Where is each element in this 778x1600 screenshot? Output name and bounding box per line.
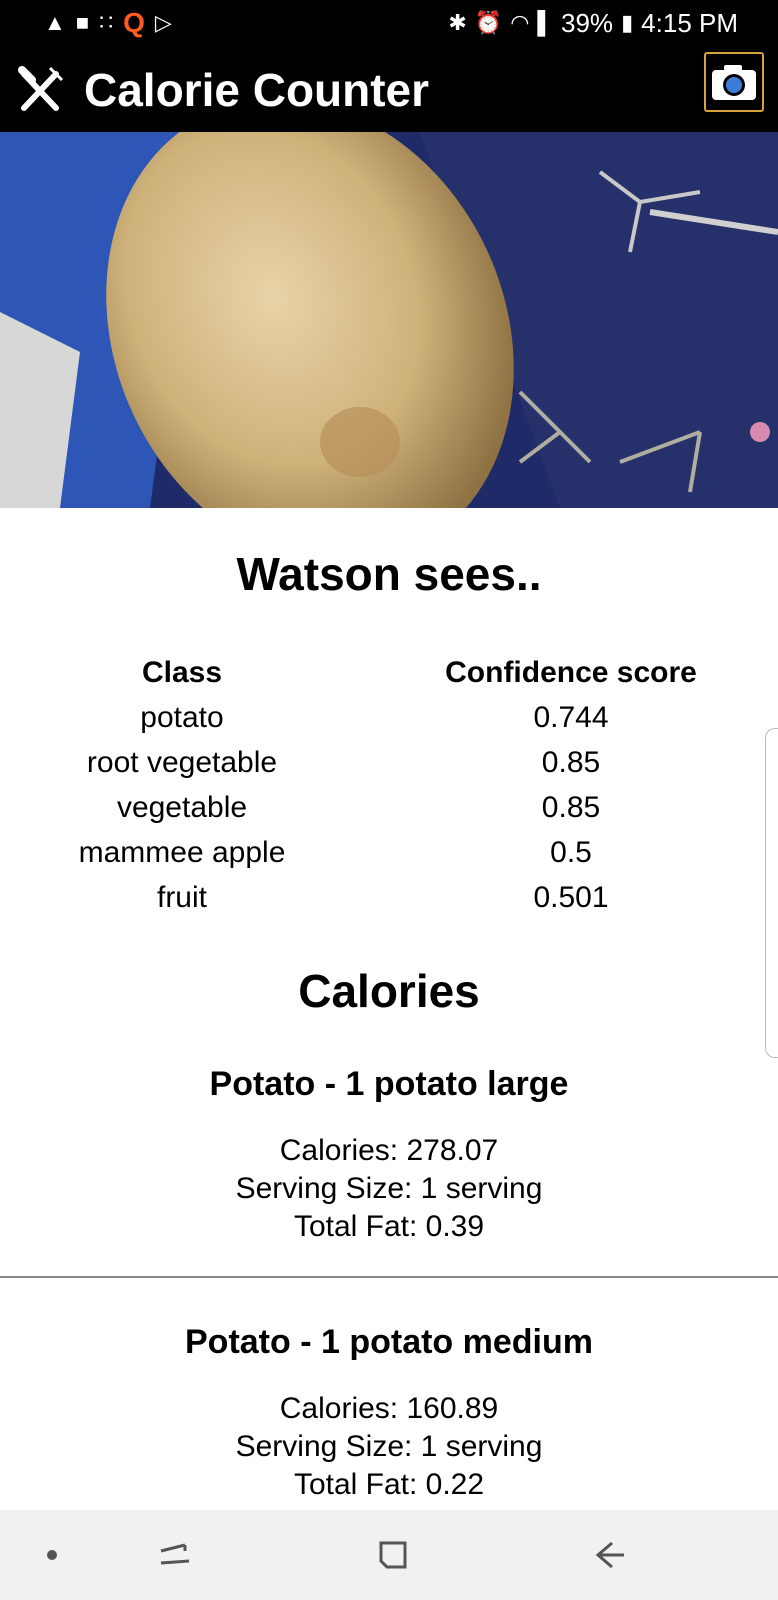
recent-apps-icon[interactable] (150, 1510, 200, 1600)
back-icon[interactable] (585, 1510, 635, 1600)
status-bar: ▲ ■ ∷ Q ▷ ✱ ⏰ ◠ ▌ 39% ▮ 4:15 PM (0, 0, 778, 48)
notification-icons: ▲ ■ ∷ Q ▷ (44, 8, 172, 38)
food-item: Potato - 1 potato large Calories: 278.07… (0, 1062, 778, 1246)
table-row: fruit 0.501 (0, 875, 778, 920)
results-table: Class Confidence score potato 0.744 root… (0, 650, 778, 920)
calories-value: Calories: 160.89 (279, 1392, 499, 1425)
calories-heading: Calories (298, 965, 480, 1017)
battery-percent: 39% (561, 8, 614, 38)
score-cell: 0.744 (533, 700, 609, 734)
food-item: Potato - 1 potato medium Calories: 160.8… (0, 1320, 778, 1504)
serving-size: Serving Size: 1 serving (235, 1430, 543, 1463)
table-row: potato 0.744 (0, 695, 778, 740)
class-cell: fruit (156, 880, 207, 914)
wifi-icon: ◠ (510, 10, 530, 35)
food-item-title: Potato - 1 potato medium (185, 1323, 593, 1361)
column-header-class: Class (141, 655, 223, 689)
class-cell: mammee apple (78, 835, 286, 869)
table-row: vegetable 0.85 (0, 785, 778, 830)
table-row: mammee apple 0.5 (0, 830, 778, 875)
navigation-bar (0, 1510, 778, 1600)
system-icons: ✱ ⏰ ◠ ▌ 39% ▮ 4:15 PM (448, 8, 738, 38)
fork-knife-icon (18, 66, 64, 111)
camera-button[interactable] (704, 52, 764, 112)
signal-icon: ▌ (537, 10, 554, 35)
table-row: root vegetable 0.85 (0, 740, 778, 785)
clock: 4:15 PM (641, 8, 738, 38)
camera-icon (712, 65, 756, 100)
score-cell: 0.501 (533, 880, 609, 914)
apps-icon: ∷ (99, 10, 114, 35)
results-heading: Watson sees.. (236, 548, 542, 600)
play-icon: ▷ (154, 10, 172, 35)
column-header-score: Confidence score (445, 655, 697, 689)
total-fat: Total Fat: 0.22 (293, 1468, 485, 1501)
snapchat-icon: ▲ (44, 10, 66, 35)
battery-icon: ▮ (621, 10, 634, 35)
divider (0, 1276, 778, 1278)
score-cell: 0.85 (541, 745, 601, 779)
dot-icon[interactable] (30, 1510, 74, 1600)
results-header-row: Class Confidence score (0, 650, 778, 695)
class-cell: vegetable (116, 790, 248, 824)
total-fat: Total Fat: 0.39 (293, 1210, 485, 1243)
q-icon: Q (123, 7, 145, 38)
edge-panel-handle[interactable] (765, 728, 778, 1058)
app-bar: Calorie Counter (0, 48, 778, 132)
food-item-title: Potato - 1 potato large (209, 1065, 569, 1103)
score-cell: 0.85 (541, 790, 601, 824)
home-icon[interactable] (368, 1510, 418, 1600)
app-title: Calorie Counter (84, 64, 430, 116)
calories-value: Calories: 278.07 (279, 1134, 499, 1167)
video-icon: ■ (75, 10, 90, 35)
alarm-icon: ⏰ (474, 10, 503, 35)
class-cell: potato (140, 700, 224, 734)
score-cell: 0.5 (550, 835, 592, 869)
bluetooth-icon: ✱ (448, 10, 467, 35)
food-photo (0, 132, 778, 508)
serving-size: Serving Size: 1 serving (235, 1172, 543, 1205)
class-cell: root vegetable (86, 745, 278, 779)
